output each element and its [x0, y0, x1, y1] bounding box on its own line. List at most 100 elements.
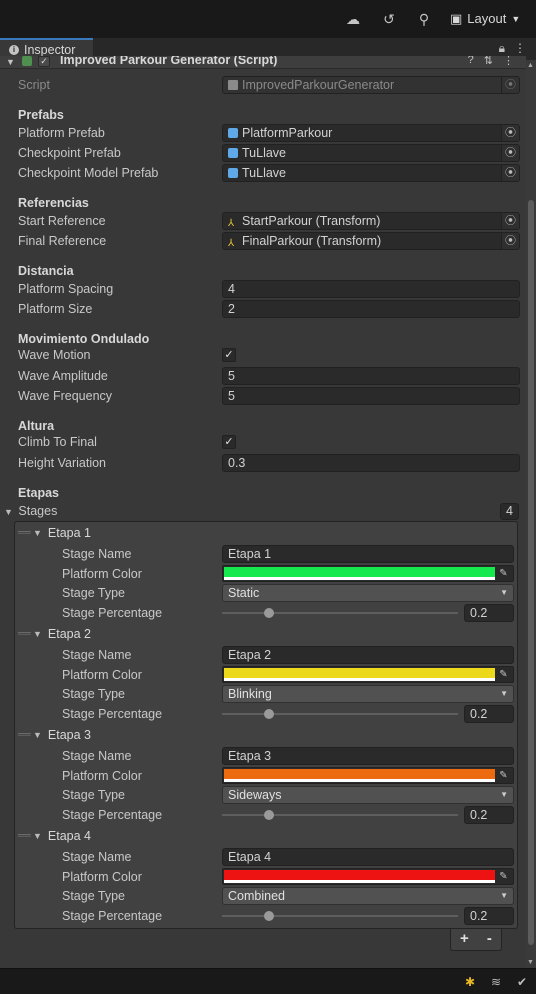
list-add-remove-footer: + - [450, 929, 502, 951]
scrollbar-thumb[interactable] [528, 200, 534, 945]
wave-frequency-field[interactable]: 5 [222, 387, 520, 405]
alpha-bar [224, 577, 495, 580]
wave-motion-label: Wave Motion [18, 348, 91, 362]
stage-element-header[interactable]: ▼ Etapa 1 [33, 525, 91, 541]
platform-spacing-field[interactable]: 4 [222, 280, 520, 298]
eyedropper-icon[interactable]: ✎ [495, 667, 512, 682]
layers-icon[interactable]: ≋ [488, 974, 504, 990]
checkpoint-prefab-label: Checkpoint Prefab [18, 146, 121, 160]
start-reference-field[interactable]: ⅄ StartParkour (Transform) ⦿ [222, 212, 520, 230]
eyedropper-icon[interactable]: ✎ [495, 566, 512, 581]
wave-motion-checkbox[interactable]: ✓ [222, 348, 236, 362]
more-menu-icon[interactable]: ⋮ [503, 56, 514, 67]
stage-name-field[interactable]: Etapa 4 [222, 848, 514, 866]
object-picker-icon[interactable]: ⦿ [501, 145, 519, 161]
stage-element-header[interactable]: ▼ Etapa 3 [33, 727, 91, 743]
chevron-down-icon: ▼ [500, 891, 508, 900]
stage-name-field[interactable]: Etapa 2 [222, 646, 514, 664]
climb-to-final-checkbox[interactable]: ✓ [222, 435, 236, 449]
stage-name-label: Stage Name [62, 749, 132, 763]
drag-handle-icon[interactable]: ══ [18, 528, 31, 537]
fold-arrow-icon[interactable]: ▼ [6, 57, 15, 67]
object-picker-icon[interactable]: ⦿ [501, 233, 519, 249]
checkpoint-model-prefab-label: Checkpoint Model Prefab [18, 166, 159, 180]
stages-foldout[interactable]: ▼ Stages [4, 503, 57, 520]
platform-color-field[interactable]: ✎ [222, 666, 514, 683]
slider-thumb[interactable] [264, 709, 274, 719]
help-icon[interactable]: ? [468, 56, 474, 67]
object-picker-icon[interactable]: ⦿ [501, 77, 519, 93]
inspector-scrollbar[interactable]: ▲ ▼ [526, 60, 536, 968]
object-picker-icon[interactable]: ⦿ [501, 213, 519, 229]
slider-thumb[interactable] [264, 608, 274, 618]
stage-percentage-slider[interactable] [222, 915, 458, 917]
drag-handle-icon[interactable]: ══ [18, 629, 31, 638]
wave-amplitude-field[interactable]: 5 [222, 367, 520, 385]
cloud-icon[interactable]: ☁ [345, 11, 361, 27]
stage-name-field[interactable]: Etapa 3 [222, 747, 514, 765]
stage-type-dropdown[interactable]: Sideways ▼ [222, 786, 514, 804]
start-reference-value: StartParkour (Transform) [242, 214, 381, 228]
final-reference-field[interactable]: ⅄ FinalParkour (Transform) ⦿ [222, 232, 520, 250]
color-swatch [224, 668, 495, 678]
climb-to-final-label: Climb To Final [18, 435, 97, 449]
stage-element-header[interactable]: ▼ Etapa 2 [33, 626, 91, 642]
platform-prefab-label: Platform Prefab [18, 126, 105, 140]
chevron-down-icon: ▼ [511, 14, 521, 24]
platform-prefab-value: PlatformParkour [242, 126, 333, 140]
stage-percentage-slider[interactable] [222, 713, 458, 715]
drag-handle-icon[interactable]: ══ [18, 730, 31, 739]
component-header[interactable]: ▼ ✓ Improved Parkour Generator (Script) … [0, 56, 526, 69]
platform-color-field[interactable]: ✎ [222, 868, 514, 885]
stages-count-field[interactable]: 4 [500, 503, 519, 520]
platform-prefab-field[interactable]: PlatformParkour ⦿ [222, 124, 520, 142]
stage-percentage-field[interactable]: 0.2 [464, 705, 514, 723]
stage-type-dropdown[interactable]: Combined ▼ [222, 887, 514, 905]
info-icon: i [9, 45, 19, 55]
section-movimiento-ondulado: Movimiento Ondulado [18, 332, 150, 346]
object-picker-icon[interactable]: ⦿ [501, 165, 519, 181]
debug-bug-icon[interactable]: ✱ [462, 974, 478, 990]
fold-arrow-icon: ▼ [33, 528, 42, 538]
component-enabled-toggle[interactable]: ✓ [38, 56, 50, 67]
stage-name-field[interactable]: Etapa 1 [222, 545, 514, 563]
stage-percentage-field[interactable]: 0.2 [464, 604, 514, 622]
tab-actions: 🔒︎ ⋮ [499, 41, 526, 56]
scroll-up-icon[interactable]: ▲ [527, 62, 534, 69]
drag-handle-icon[interactable]: ══ [18, 831, 31, 840]
script-field[interactable]: ImprovedParkourGenerator ⦿ [222, 76, 520, 94]
stage-type-dropdown[interactable]: Blinking ▼ [222, 685, 514, 703]
history-icon[interactable]: ↺ [381, 11, 397, 27]
check-circle-icon[interactable]: ✔ [514, 974, 530, 990]
stage-percentage-slider[interactable] [222, 612, 458, 614]
stage-percentage-field[interactable]: 0.2 [464, 907, 514, 925]
platform-size-field[interactable]: 2 [222, 300, 520, 318]
slider-thumb[interactable] [264, 810, 274, 820]
object-picker-icon[interactable]: ⦿ [501, 125, 519, 141]
checkpoint-prefab-field[interactable]: TuLlave ⦿ [222, 144, 520, 162]
more-menu-icon[interactable]: ⋮ [514, 41, 526, 56]
stage-percentage-slider[interactable] [222, 814, 458, 816]
height-variation-field[interactable]: 0.3 [222, 454, 520, 472]
section-altura: Altura [18, 419, 55, 433]
stage-type-dropdown[interactable]: Static ▼ [222, 584, 514, 602]
preset-icon[interactable]: ⇅ [484, 56, 493, 67]
eyedropper-icon[interactable]: ✎ [495, 768, 512, 783]
remove-element-button[interactable]: - [487, 929, 492, 950]
platform-color-label: Platform Color [62, 769, 142, 783]
stage-element-header[interactable]: ▼ Etapa 4 [33, 828, 91, 844]
script-value: ImprovedParkourGenerator [242, 78, 395, 92]
lock-icon[interactable]: 🔒︎ [499, 41, 505, 56]
platform-color-field[interactable]: ✎ [222, 767, 514, 784]
eyedropper-icon[interactable]: ✎ [495, 869, 512, 884]
search-icon[interactable]: ⚲ [416, 11, 432, 27]
add-element-button[interactable]: + [460, 929, 469, 950]
scroll-down-icon[interactable]: ▼ [527, 959, 534, 966]
slider-thumb[interactable] [264, 911, 274, 921]
checkpoint-model-prefab-field[interactable]: TuLlave ⦿ [222, 164, 520, 182]
height-variation-label: Height Variation [18, 456, 107, 470]
platform-color-field[interactable]: ✎ [222, 565, 514, 582]
layout-dropdown[interactable]: ▣ Layout ▼ [450, 10, 520, 28]
stage-percentage-field[interactable]: 0.2 [464, 806, 514, 824]
alpha-bar [224, 678, 495, 681]
